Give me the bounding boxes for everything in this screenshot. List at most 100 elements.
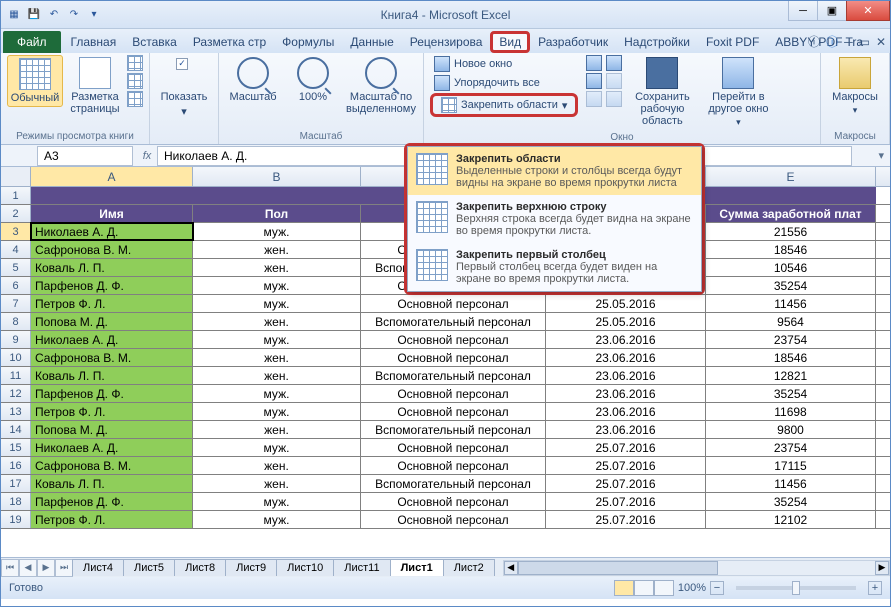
view-normal-button[interactable] xyxy=(614,580,634,596)
cell[interactable]: 25.07.2016 xyxy=(546,493,706,510)
zoom-slider-thumb[interactable] xyxy=(792,581,800,595)
cell[interactable]: Николаев А. Д. xyxy=(31,331,193,348)
cell[interactable]: 9800 xyxy=(706,421,876,438)
cell[interactable]: муж. xyxy=(193,403,361,420)
cell[interactable]: муж. xyxy=(193,439,361,456)
cell[interactable]: 9564 xyxy=(706,313,876,330)
sheet-tab[interactable]: Лист2 xyxy=(443,559,495,576)
tab-layout[interactable]: Разметка стр xyxy=(185,31,274,53)
cell[interactable]: 23.06.2016 xyxy=(546,421,706,438)
cell[interactable]: 18546 xyxy=(706,349,876,366)
cell[interactable]: 35254 xyxy=(706,277,876,294)
sheet-nav-prev[interactable]: ◀ xyxy=(19,559,37,577)
cell[interactable]: Основной персонал xyxy=(361,331,546,348)
tab-view[interactable]: Вид xyxy=(490,31,530,53)
scroll-right-button[interactable]: ▶ xyxy=(875,561,889,575)
select-all-corner[interactable] xyxy=(1,167,31,186)
macros-button[interactable]: Макросы ▾ xyxy=(827,55,883,118)
hide-icon[interactable] xyxy=(586,73,602,89)
cell[interactable]: Вспомогательный персонал xyxy=(361,367,546,384)
cell[interactable]: муж. xyxy=(193,295,361,312)
fullscreen-icon[interactable] xyxy=(127,91,143,107)
cell[interactable]: Основной персонал xyxy=(361,511,546,528)
cell[interactable]: Петров Ф. Л. xyxy=(31,403,193,420)
row-header[interactable]: 4 xyxy=(1,241,31,258)
switch-windows-button[interactable]: Перейти в другое окно ▾ xyxy=(702,55,774,130)
row-header[interactable]: 17 xyxy=(1,475,31,492)
cell[interactable]: 12821 xyxy=(706,367,876,384)
tab-data[interactable]: Данные xyxy=(342,31,401,53)
row-header[interactable]: 2 xyxy=(1,205,31,222)
cell[interactable]: муж. xyxy=(193,331,361,348)
doc-minimize-icon[interactable]: ─ xyxy=(844,35,853,49)
cell[interactable]: 35254 xyxy=(706,385,876,402)
cell[interactable]: 21556 xyxy=(706,223,876,240)
cell[interactable]: Парфенов Д. Ф. xyxy=(31,277,193,294)
sheet-tab[interactable]: Лист1 xyxy=(390,559,444,576)
row-header[interactable]: 6 xyxy=(1,277,31,294)
close-button[interactable]: ✕ xyxy=(846,1,890,21)
row-header[interactable]: 9 xyxy=(1,331,31,348)
cell[interactable]: 25.05.2016 xyxy=(546,313,706,330)
tab-formulas[interactable]: Формулы xyxy=(274,31,342,53)
cell[interactable]: 23.06.2016 xyxy=(546,331,706,348)
cell[interactable]: жен. xyxy=(193,349,361,366)
row-header[interactable]: 8 xyxy=(1,313,31,330)
cell[interactable]: муж. xyxy=(193,223,361,240)
sync-scroll-icon[interactable] xyxy=(606,73,622,89)
row-header[interactable]: 10 xyxy=(1,349,31,366)
cell[interactable]: Николаев А. Д. xyxy=(31,439,193,456)
sheet-tab[interactable]: Лист8 xyxy=(174,559,226,576)
row-header[interactable]: 15 xyxy=(1,439,31,456)
sheet-tab[interactable]: Лист10 xyxy=(276,559,334,576)
cell[interactable]: 23754 xyxy=(706,331,876,348)
help-icon[interactable]: ⓘ xyxy=(826,33,838,50)
cell[interactable]: Николаев А. Д. xyxy=(31,223,193,240)
cell[interactable]: Основной персонал xyxy=(361,385,546,402)
cell[interactable]: 11456 xyxy=(706,295,876,312)
cell[interactable]: 23.06.2016 xyxy=(546,367,706,384)
doc-close-icon[interactable]: ✕ xyxy=(876,35,886,49)
cell[interactable]: 23754 xyxy=(706,439,876,456)
cell[interactable]: Попова М. Д. xyxy=(31,421,193,438)
cell[interactable]: 23.06.2016 xyxy=(546,349,706,366)
cell[interactable]: жен. xyxy=(193,367,361,384)
freeze-panes-button[interactable]: Закрепить области ▾ xyxy=(437,96,571,114)
cell[interactable]: 12102 xyxy=(706,511,876,528)
cell[interactable] xyxy=(31,187,193,204)
cell[interactable]: Петров Ф. Л. xyxy=(31,511,193,528)
zoom-100-button[interactable]: 100% xyxy=(285,55,341,105)
scroll-left-button[interactable]: ◀ xyxy=(504,561,518,575)
cell[interactable]: муж. xyxy=(193,493,361,510)
new-window-button[interactable]: Новое окно xyxy=(430,55,578,73)
cell[interactable]: Вспомогательный персонал xyxy=(361,421,546,438)
zoom-out-button[interactable]: − xyxy=(710,581,724,595)
cell[interactable]: Коваль Л. П. xyxy=(31,259,193,276)
cell[interactable]: 11698 xyxy=(706,403,876,420)
cell[interactable]: жен. xyxy=(193,241,361,258)
row-header[interactable]: 7 xyxy=(1,295,31,312)
arrange-all-button[interactable]: Упорядочить все xyxy=(430,74,578,92)
tab-review[interactable]: Рецензирова xyxy=(402,31,491,53)
view-side-icon[interactable] xyxy=(606,55,622,71)
save-workspace-button[interactable]: Сохранить рабочую область xyxy=(626,55,698,129)
cell[interactable]: Коваль Л. П. xyxy=(31,367,193,384)
pagebreak-icon[interactable] xyxy=(127,55,143,71)
sheet-nav-first[interactable]: ⏮ xyxy=(1,559,19,577)
cell[interactable] xyxy=(706,187,876,204)
cell[interactable]: Сафронова В. М. xyxy=(31,241,193,258)
cell[interactable]: 25.07.2016 xyxy=(546,511,706,528)
zoom-slider[interactable] xyxy=(736,586,856,590)
cell[interactable]: муж. xyxy=(193,385,361,402)
freeze-top-row-item[interactable]: Закрепить верхнюю строку Верхняя строка … xyxy=(408,195,701,243)
cell[interactable]: 10546 xyxy=(706,259,876,276)
header-name[interactable]: Имя xyxy=(31,205,193,222)
row-header[interactable]: 16 xyxy=(1,457,31,474)
row-header[interactable]: 18 xyxy=(1,493,31,510)
fx-icon[interactable]: fx xyxy=(137,150,157,162)
cell[interactable]: муж. xyxy=(193,277,361,294)
zoom-level[interactable]: 100% xyxy=(678,582,706,594)
cell[interactable]: Основной персонал xyxy=(361,295,546,312)
tab-home[interactable]: Главная xyxy=(63,31,125,53)
row-header[interactable]: 11 xyxy=(1,367,31,384)
